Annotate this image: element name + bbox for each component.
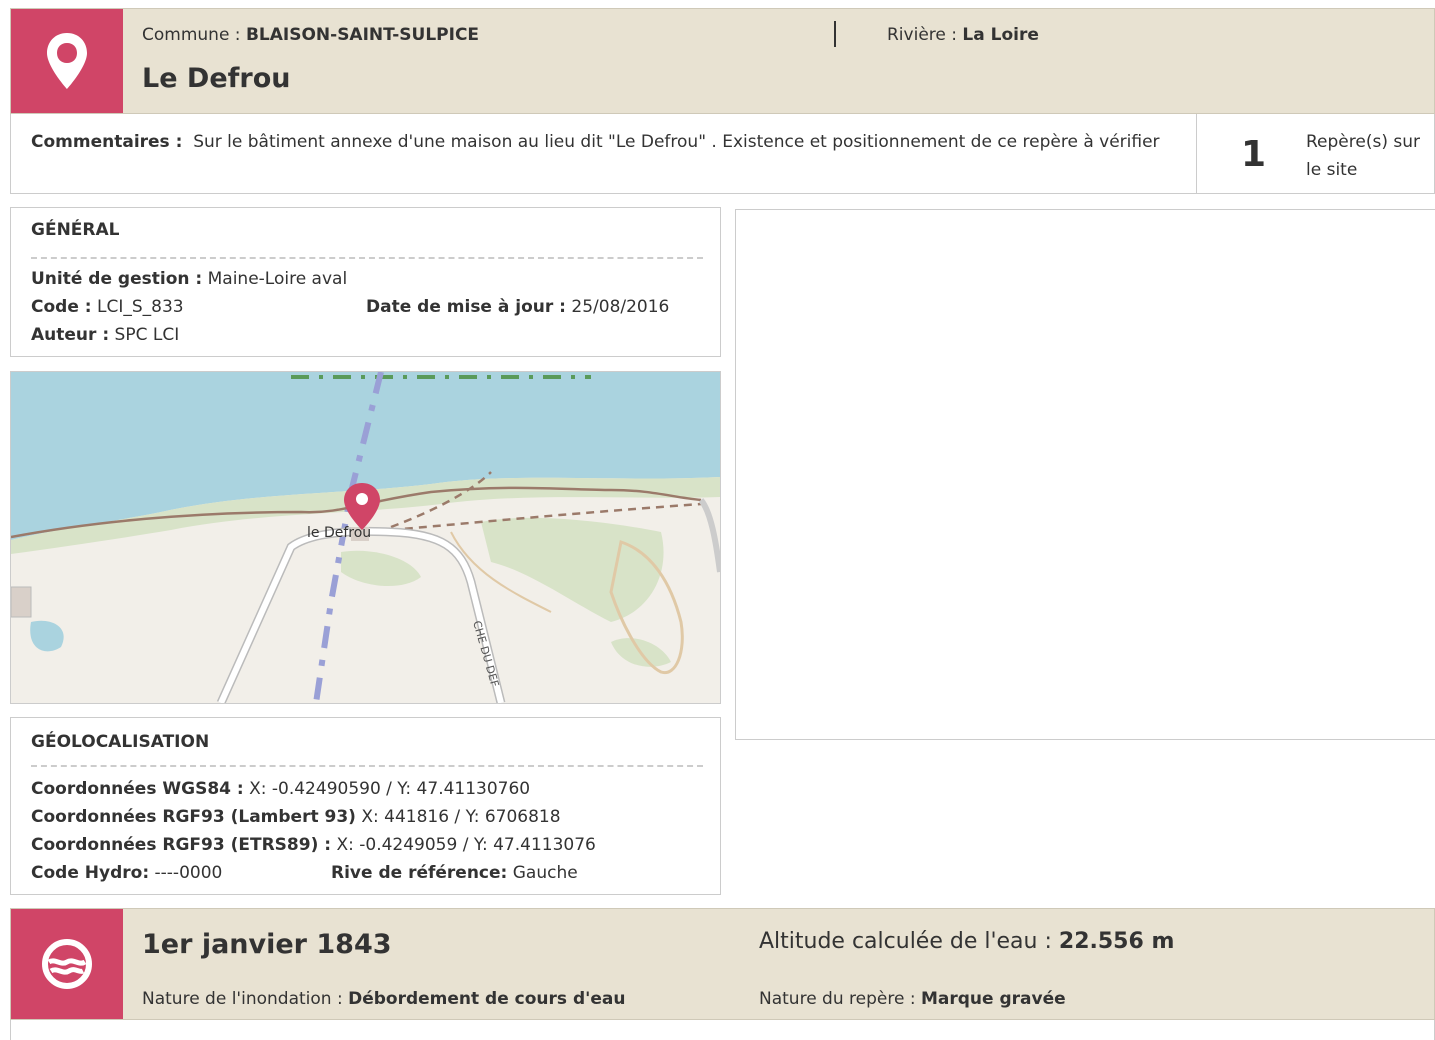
auteur-label: Auteur : [31,325,110,345]
unite-line: Unité de gestion : Maine-Loire aval [31,269,347,289]
riviere-label: Rivière : [887,25,957,45]
lambert-value: X: 441816 / Y: 6706818 [361,807,561,827]
repere-count: 1 [1241,134,1267,175]
commune: Commune : BLAISON-SAINT-SULPICE [142,25,479,45]
wgs-line: Coordonnées WGS84 : X: -0.42490590 / Y: … [31,779,530,799]
general-title: GÉNÉRAL [31,220,120,240]
code-label: Code : [31,297,92,317]
hydro-line: Code Hydro: ----0000 [31,863,222,883]
site-header: Commune : BLAISON-SAINT-SULPICE Rivière … [10,8,1435,114]
commune-value: BLAISON-SAINT-SULPICE [245,25,480,45]
nature-repere-value: Marque gravée [920,989,1066,1009]
geo-title: GÉOLOCALISATION [31,732,210,752]
lambert-label: Coordonnées RGF93 (Lambert 93) [31,807,356,827]
geo-divider [31,765,703,767]
comment-divider [1196,114,1197,193]
header-divider [834,21,836,47]
map-place-label: le Defrou [307,525,371,541]
repere-label: Repère(s) sur le site [1306,132,1420,180]
etrs-line: Coordonnées RGF93 (ETRS89) : X: -0.42490… [31,835,596,855]
hydro-label: Code Hydro: [31,863,150,883]
unite-label: Unité de gestion : [31,269,203,289]
wgs-value: X: -0.42490590 / Y: 47.41130760 [249,779,531,799]
date-line: Date de mise à jour : 25/08/2016 [366,297,669,317]
altitude: Altitude calculée de l'eau : 22.556 m [759,929,1174,954]
comment-label: Commentaires : [31,132,183,152]
hydro-value: ----0000 [154,863,223,883]
unite-value: Maine-Loire aval [207,269,348,289]
nature-inondation: Nature de l'inondation : Débordement de … [142,989,625,1009]
wgs-label: Coordonnées WGS84 : [31,779,244,799]
comment: Commentaires : Sur le bâtiment annexe d'… [31,128,1181,156]
etrs-value: X: -0.4249059 / Y: 47.4113076 [336,835,596,855]
site-map[interactable]: le Defrou CHE DU DEF [10,371,721,704]
site-icon-box [11,9,123,113]
general-panel: GÉNÉRAL Unité de gestion : Maine-Loire a… [10,207,721,357]
photo-panel [735,209,1435,740]
date-value: 25/08/2016 [571,297,670,317]
rive-line: Rive de référence: Gauche [331,863,578,883]
riviere-value: La Loire [962,25,1039,45]
event-header: 1er janvier 1843 Altitude calculée de l'… [10,908,1435,1020]
date-label: Date de mise à jour : [366,297,566,317]
map-canvas[interactable]: le Defrou CHE DU DEF [11,372,720,703]
event-details-panel [10,1020,1435,1040]
nature-inondation-label: Nature de l'inondation : [142,989,343,1009]
flood-wave-icon [42,939,92,989]
comment-box: Commentaires : Sur le bâtiment annexe d'… [10,114,1435,194]
rive-value: Gauche [512,863,578,883]
altitude-value: 22.556 m [1058,929,1175,954]
site-title: Le Defrou [142,63,291,94]
code-line: Code : LCI_S_833 [31,297,184,317]
event-date: 1er janvier 1843 [142,929,392,960]
nature-inondation-value: Débordement de cours d'eau [348,989,626,1009]
lambert-line: Coordonnées RGF93 (Lambert 93) X: 441816… [31,807,561,827]
general-divider [31,257,703,259]
altitude-label: Altitude calculée de l'eau : [759,929,1052,954]
etrs-label: Coordonnées RGF93 (ETRS89) : [31,835,332,855]
code-value: LCI_S_833 [96,297,184,317]
geolocation-panel: GÉOLOCALISATION Coordonnées WGS84 : X: -… [10,717,721,895]
commune-label: Commune : [142,25,241,45]
auteur-line: Auteur : SPC LCI [31,325,179,345]
auteur-value: SPC LCI [114,325,180,345]
nature-repere-label: Nature du repère : [759,989,916,1009]
comment-value: Sur le bâtiment annexe d'une maison au l… [193,132,1160,152]
rive-label: Rive de référence: [331,863,508,883]
riviere: Rivière : La Loire [887,25,1039,45]
location-pin-icon [47,33,87,89]
nature-repere: Nature du repère : Marque gravée [759,989,1066,1009]
event-icon-box [11,909,123,1019]
